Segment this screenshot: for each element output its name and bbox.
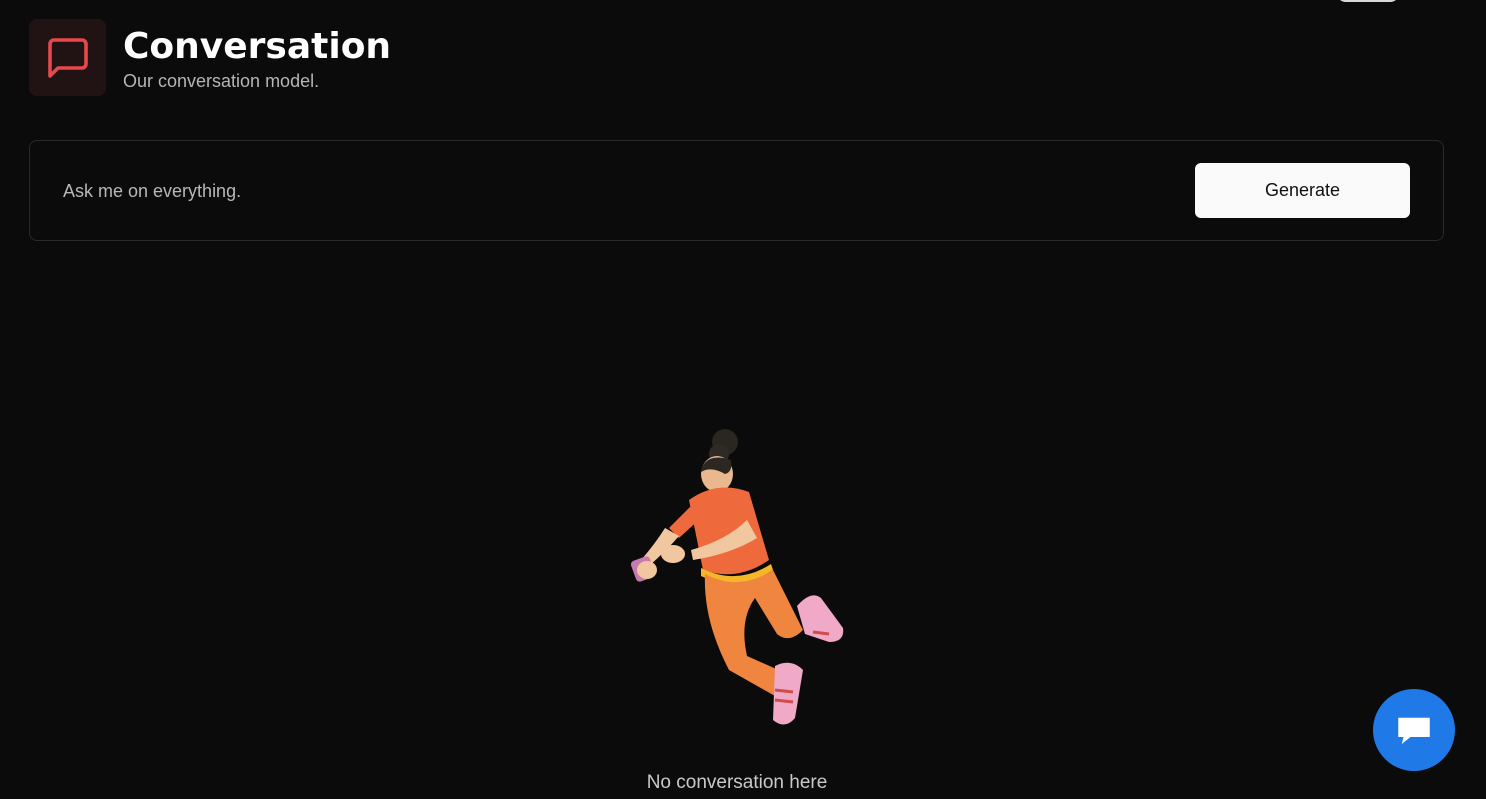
header-text: Conversation Our conversation model. (123, 19, 391, 92)
chat-widget-button[interactable] (1373, 689, 1455, 771)
generate-button[interactable]: Generate (1195, 163, 1410, 218)
empty-state: No conversation here (0, 420, 1474, 793)
page-subtitle: Our conversation model. (123, 71, 320, 91)
person-with-phone-illustration (630, 429, 844, 725)
page-header: Conversation Our conversation model. (29, 19, 391, 96)
chat-bubble-icon (1398, 717, 1430, 744)
empty-state-message: No conversation here (646, 772, 828, 793)
page-title: Conversation (123, 26, 392, 67)
conversation-page: Conversation Our conversation model. Gen… (0, 0, 1486, 799)
top-right-control-edge[interactable] (1336, 0, 1400, 2)
header-icon-tile (29, 19, 106, 96)
prompt-input[interactable] (63, 171, 1163, 211)
prompt-form: Generate (29, 140, 1444, 241)
message-square-icon (47, 37, 88, 78)
